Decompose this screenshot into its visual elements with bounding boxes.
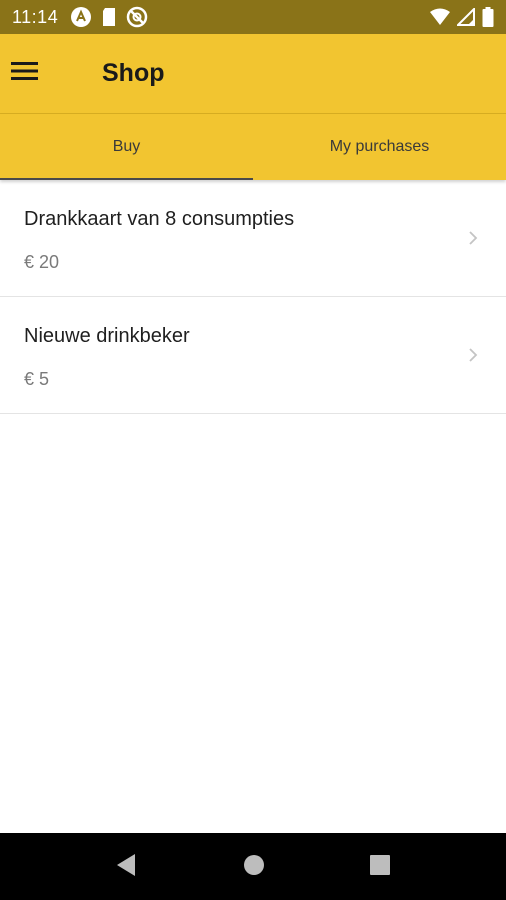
list-item[interactable]: Drankkaart van 8 consumpties € 20 xyxy=(0,180,506,297)
recents-button[interactable] xyxy=(364,851,396,883)
battery-icon xyxy=(482,7,494,27)
product-title: Nieuwe drinkbeker xyxy=(24,325,190,347)
tab-buy-label: Buy xyxy=(112,138,141,155)
tab-my-purchases-label: My purchases xyxy=(329,138,430,155)
chevron-right-icon xyxy=(468,230,478,251)
chevron-right-icon xyxy=(468,347,478,368)
hamburger-menu-icon xyxy=(11,61,39,86)
menu-button[interactable] xyxy=(0,49,50,99)
home-button[interactable] xyxy=(238,851,270,883)
product-price: € 20 xyxy=(24,252,60,272)
sd-card-icon xyxy=(101,7,117,27)
app-bar: Shop xyxy=(0,34,506,114)
home-icon xyxy=(243,854,265,881)
status-time: 11:14 xyxy=(12,6,59,27)
tab-buy[interactable]: Buy xyxy=(0,114,253,180)
list-item[interactable]: Nieuwe drinkbeker € 5 xyxy=(0,297,506,414)
wifi-icon xyxy=(430,8,450,26)
back-icon xyxy=(115,853,137,882)
status-right-icons xyxy=(430,7,494,27)
signal-icon xyxy=(457,8,475,26)
tab-my-purchases[interactable]: My purchases xyxy=(253,114,506,180)
page-title: Shop xyxy=(102,59,165,87)
back-button[interactable] xyxy=(110,851,142,883)
product-title: Drankkaart van 8 consumpties xyxy=(24,208,295,230)
android-auto-icon xyxy=(70,6,92,28)
recents-icon xyxy=(369,854,391,881)
no-disturb-icon xyxy=(126,6,148,28)
product-price: € 5 xyxy=(24,369,50,389)
status-left-icons xyxy=(70,6,148,28)
product-list: Drankkaart van 8 consumpties € 20 Nieuwe… xyxy=(0,180,506,414)
tab-bar: Buy My purchases xyxy=(0,114,506,180)
status-bar: 11:14 xyxy=(0,0,506,34)
navigation-bar xyxy=(0,833,506,900)
